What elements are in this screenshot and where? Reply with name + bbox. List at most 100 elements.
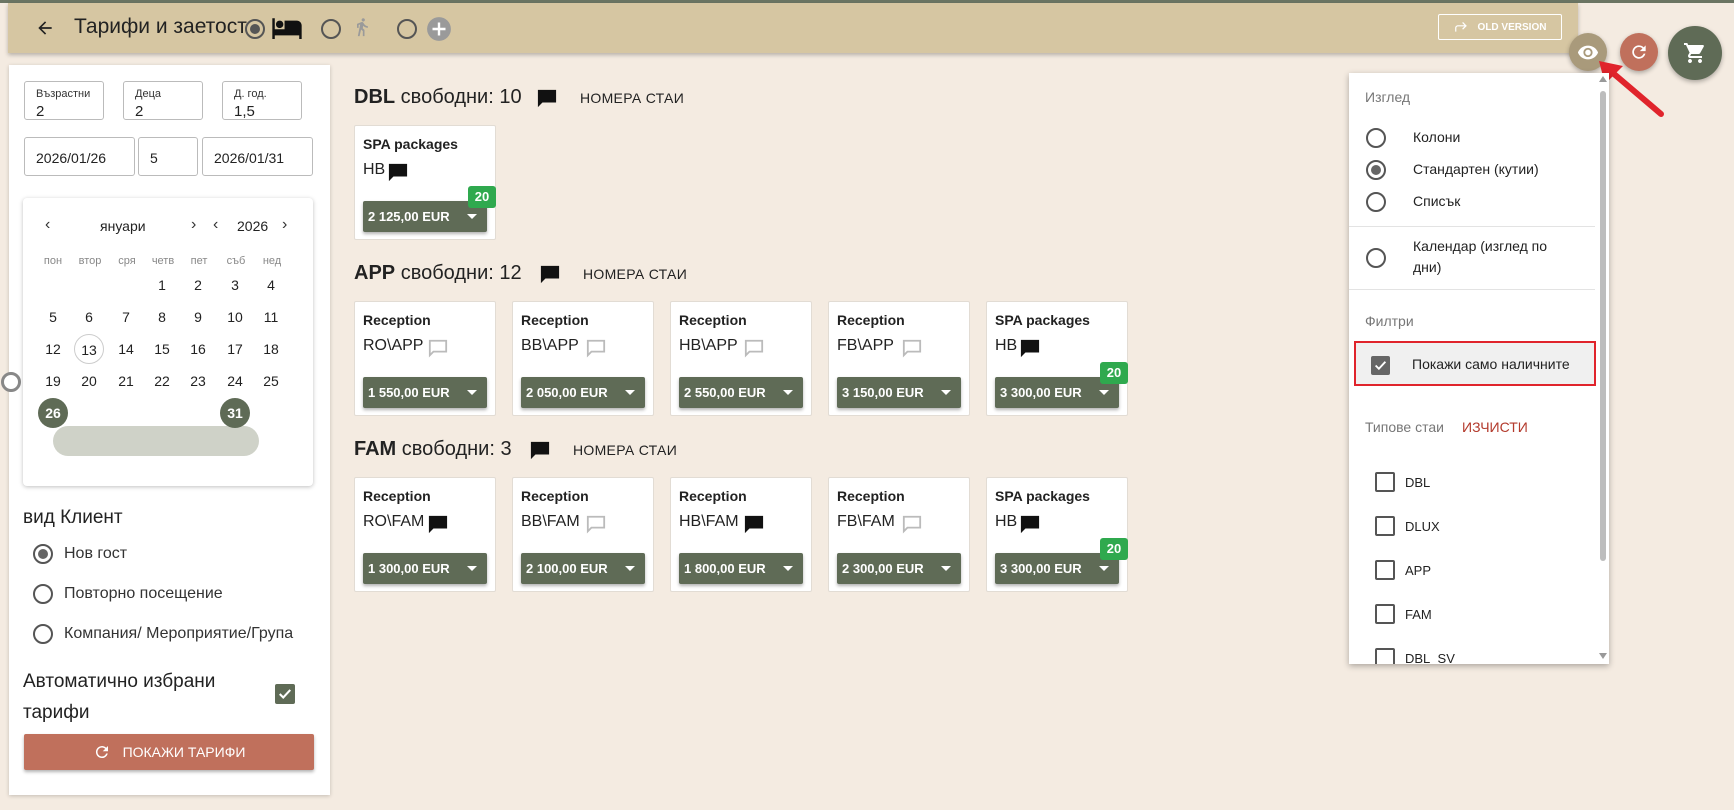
view-radio-calendar[interactable] — [1366, 248, 1386, 268]
adults-field[interactable]: Възрастни 2 — [24, 81, 104, 120]
calendar-day[interactable]: 25 — [256, 366, 286, 396]
only-available-checkbox[interactable] — [1371, 356, 1390, 375]
calendar-day[interactable]: 23 — [183, 366, 213, 396]
rate-price-button[interactable]: 1 550,00 EUR — [363, 377, 487, 408]
calendar-month[interactable]: януари — [100, 218, 146, 234]
calendar-day[interactable]: 22 — [147, 366, 177, 396]
calendar-day[interactable]: 11 — [256, 302, 286, 332]
client-type-radio-new[interactable] — [33, 544, 53, 564]
scroll-thumb[interactable] — [1600, 91, 1606, 561]
calendar-year[interactable]: 2026 — [237, 218, 268, 234]
calendar-day[interactable]: 28 — [111, 398, 141, 428]
comment-icon[interactable] — [1019, 338, 1041, 363]
rate-price-button[interactable]: 2 300,00 EUR — [837, 553, 961, 584]
room-numbers-link[interactable]: НОМЕРА СТАИ — [573, 442, 677, 458]
cart-button[interactable] — [1668, 26, 1722, 80]
calendar-day[interactable]: 15 — [147, 334, 177, 364]
rate-price-button[interactable]: 3 150,00 EUR — [837, 377, 961, 408]
show-rates-button[interactable]: ПОКАЖИ ТАРИФИ — [24, 734, 314, 770]
next-month-chevron-icon[interactable]: › — [191, 216, 196, 234]
only-available-filter[interactable]: Покажи само наличните — [1354, 341, 1596, 386]
room-group-heading: DBL свободни: 10 — [354, 86, 522, 109]
calendar-day[interactable]: 20 — [74, 366, 104, 396]
comment-icon[interactable] — [1019, 514, 1041, 539]
auto-rates-checkbox[interactable] — [275, 684, 295, 704]
add-circle-icon[interactable] — [426, 16, 452, 42]
old-version-button[interactable]: OLD VERSION — [1438, 14, 1562, 40]
view-radio-columns[interactable] — [1366, 128, 1386, 148]
room-type-checkbox[interactable] — [1375, 560, 1395, 580]
calendar-day[interactable]: 24 — [220, 366, 250, 396]
date-from-field[interactable]: 2026/01/26 — [24, 137, 135, 176]
rate-price-button[interactable]: 2 550,00 EUR — [679, 377, 803, 408]
calendar-day[interactable]: 8 — [147, 302, 177, 332]
mode-radio-walkin[interactable] — [321, 19, 341, 39]
date-to-field[interactable]: 2026/01/31 — [202, 137, 313, 176]
room-numbers-link[interactable]: НОМЕРА СТАИ — [583, 266, 687, 282]
rate-price-button[interactable]: 2 050,00 EUR — [521, 377, 645, 408]
scroll-down-icon[interactable] — [1599, 653, 1607, 659]
calendar-day[interactable]: 26 — [38, 398, 68, 428]
client-type-radio-returning[interactable] — [33, 584, 53, 604]
prev-month-chevron-icon[interactable]: ‹ — [45, 216, 50, 234]
child-age-field[interactable]: Д. год. 1,5 — [222, 81, 302, 120]
client-type-radio-company[interactable] — [33, 624, 53, 644]
comment-icon[interactable] — [901, 514, 923, 539]
calendar-day[interactable]: 1 — [147, 270, 177, 300]
menu-scrollbar[interactable] — [1597, 73, 1609, 664]
calendar-day[interactable]: 27 — [74, 398, 104, 428]
calendar-day[interactable]: 14 — [111, 334, 141, 364]
back-button[interactable] — [30, 13, 60, 43]
calendar-day[interactable]: 18 — [256, 334, 286, 364]
calendar-day[interactable]: 29 — [147, 398, 177, 428]
calendar-day[interactable]: 10 — [220, 302, 250, 332]
rate-price-button[interactable]: 1 800,00 EUR — [679, 553, 803, 584]
clear-room-types-link[interactable]: ИЗЧИСТИ — [1462, 419, 1528, 435]
calendar-day[interactable]: 5 — [38, 302, 68, 332]
calendar-day[interactable]: 30 — [183, 398, 213, 428]
calendar-day[interactable]: 17 — [220, 334, 250, 364]
children-field[interactable]: Деца 2 — [123, 81, 203, 120]
view-radio-standard[interactable] — [1366, 160, 1386, 180]
calendar-day[interactable]: 3 — [220, 270, 250, 300]
shopping-cart-icon — [1684, 43, 1704, 63]
calendar-day[interactable]: 13 — [74, 334, 104, 364]
calendar-day[interactable]: 6 — [74, 302, 104, 332]
comment-icon[interactable] — [539, 264, 561, 289]
comment-icon[interactable] — [529, 440, 551, 465]
comment-icon[interactable] — [743, 338, 765, 363]
calendar-day[interactable]: 2 — [183, 270, 213, 300]
comment-icon[interactable] — [585, 338, 607, 363]
prev-year-chevron-icon[interactable]: ‹ — [213, 216, 218, 234]
comment-icon[interactable] — [585, 514, 607, 539]
next-year-chevron-icon[interactable]: › — [282, 216, 287, 234]
room-type-checkbox[interactable] — [1375, 604, 1395, 624]
room-type-checkbox[interactable] — [1375, 472, 1395, 492]
mode-radio-rooms[interactable] — [245, 19, 265, 39]
mode-radio-add[interactable] — [397, 19, 417, 39]
comment-icon[interactable] — [743, 514, 765, 539]
rate-price-button[interactable]: 2 100,00 EUR — [521, 553, 645, 584]
comment-icon[interactable] — [427, 338, 449, 363]
calendar-day[interactable]: 21 — [111, 366, 141, 396]
calendar-day[interactable]: 12 — [38, 334, 68, 364]
calendar-day[interactable]: 4 — [256, 270, 286, 300]
comment-icon[interactable] — [536, 88, 558, 113]
calendar-day[interactable]: 7 — [111, 302, 141, 332]
rate-price-button[interactable]: 1 300,00 EUR — [363, 553, 487, 584]
calendar-day[interactable]: 16 — [183, 334, 213, 364]
view-radio-list[interactable] — [1366, 192, 1386, 212]
comment-icon[interactable] — [427, 514, 449, 539]
calendar-day[interactable]: 9 — [183, 302, 213, 332]
scroll-up-icon[interactable] — [1599, 76, 1607, 82]
room-type-checkbox[interactable] — [1375, 516, 1395, 536]
comment-icon[interactable] — [901, 338, 923, 363]
room-numbers-link[interactable]: НОМЕРА СТАИ — [580, 90, 684, 106]
calendar-day[interactable]: 31 — [220, 398, 250, 428]
comment-icon[interactable] — [387, 162, 409, 187]
room-type-checkbox[interactable] — [1375, 648, 1395, 664]
nights-field[interactable]: 5 — [138, 137, 198, 176]
rate-price: 3 300,00 EUR — [1000, 385, 1082, 400]
calendar-day[interactable]: 19 — [38, 366, 68, 396]
panel-edge-handle[interactable] — [1, 372, 21, 392]
